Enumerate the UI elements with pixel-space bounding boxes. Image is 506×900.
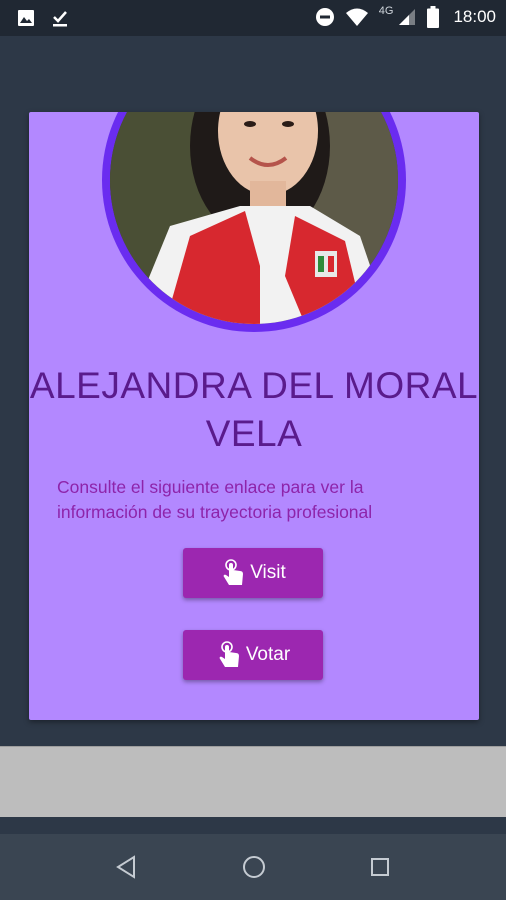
download-done-icon [53, 11, 67, 27]
visit-button-label: Visit [250, 562, 286, 583]
profile-photo [110, 112, 398, 324]
back-icon[interactable] [112, 852, 142, 882]
navigation-bar [0, 834, 506, 900]
votar-button-label: Votar [245, 644, 291, 665]
candidate-name: ALEJANDRA DEL MORAL VELA [29, 365, 479, 454]
image-icon [18, 10, 34, 26]
banner-placeholder [0, 746, 506, 817]
votar-button[interactable]: Votar [183, 630, 323, 680]
description-text: Consulte el siguiente enlace para ver la… [57, 477, 373, 522]
home-icon[interactable] [239, 852, 269, 882]
wifi-icon [345, 8, 368, 26]
touch-icon [219, 641, 239, 667]
profile-photo-frame [102, 112, 406, 332]
network-type: 4G [378, 5, 394, 17]
signal-icon [399, 9, 416, 25]
battery-icon [427, 6, 440, 28]
do-not-disturb-icon [315, 8, 334, 26]
recents-icon[interactable] [365, 852, 395, 882]
touch-icon [223, 559, 244, 585]
visit-button[interactable]: Visit [183, 548, 323, 598]
status-bar: 4G 18:00 [0, 0, 506, 36]
app-content: ALEJANDRA DEL MORAL VELA Consulte el sig… [0, 36, 506, 834]
profile-card: ALEJANDRA DEL MORAL VELA Consulte el sig… [29, 112, 479, 720]
clock: 18:00 [453, 7, 496, 26]
